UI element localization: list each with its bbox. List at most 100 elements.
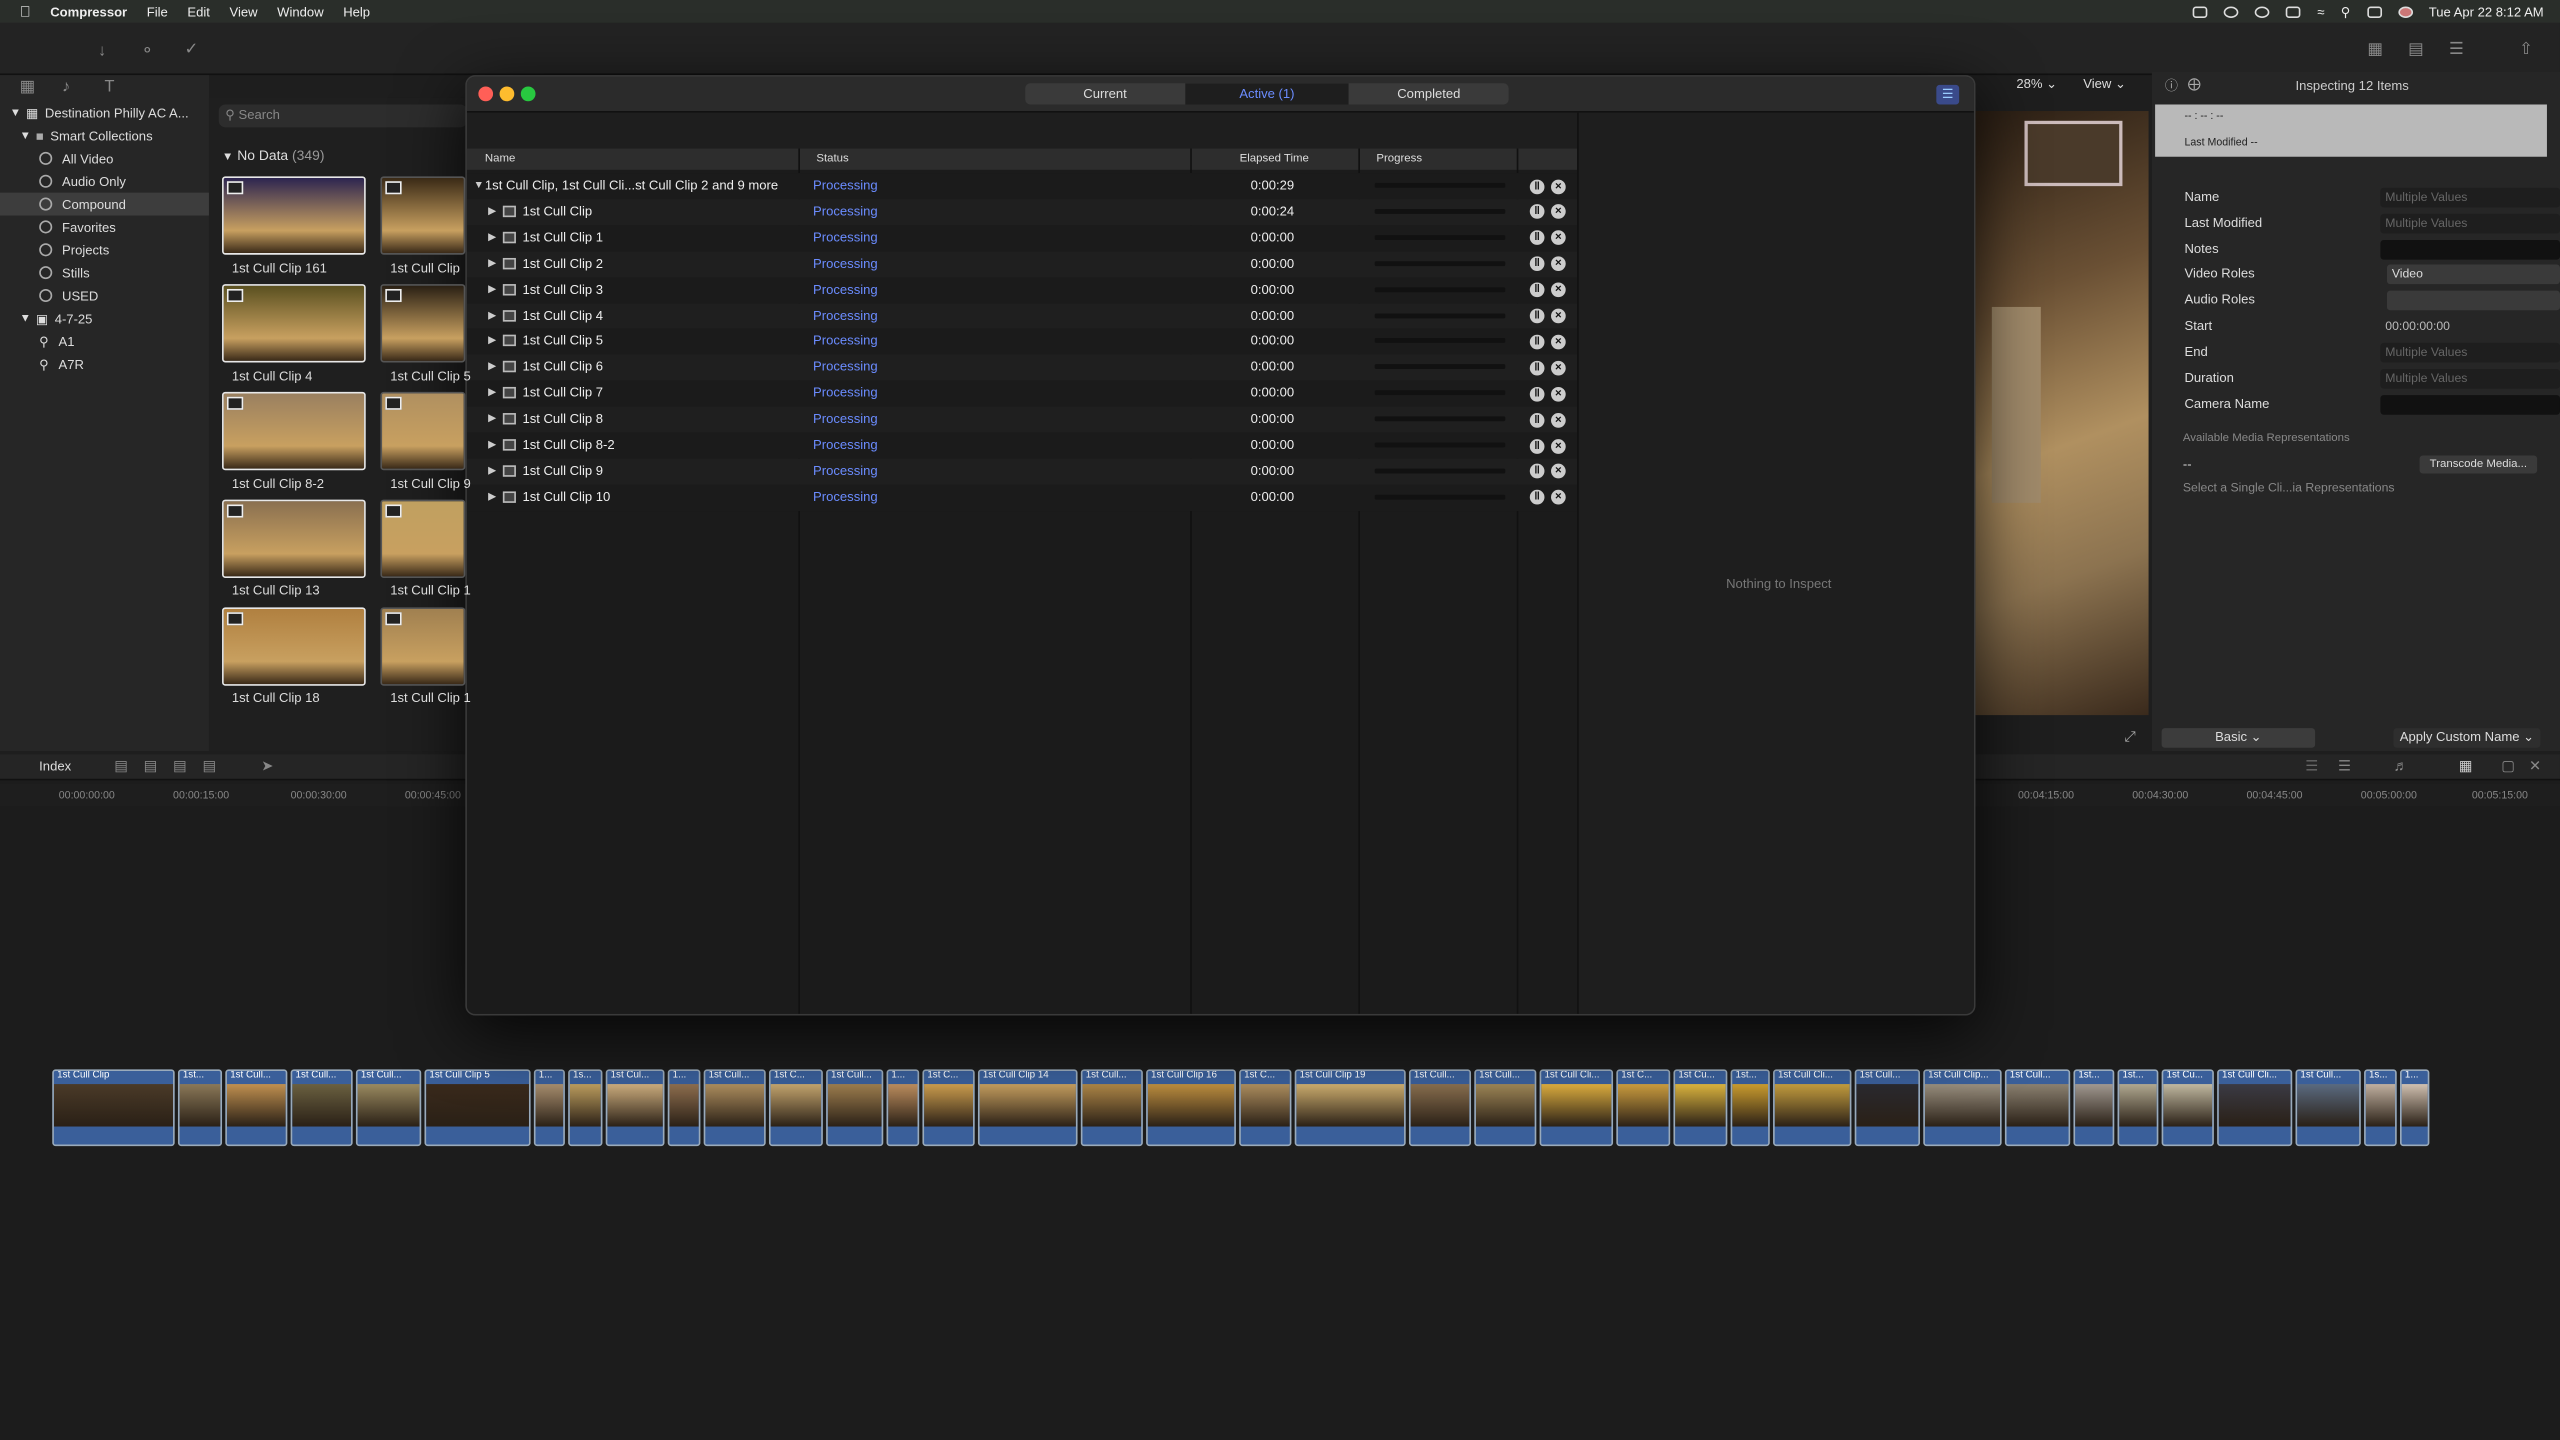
timeline-clip[interactable]: 1st Cull... bbox=[1408, 1069, 1472, 1147]
timeline-clip[interactable]: 1st Cull... bbox=[1474, 1069, 1537, 1147]
timeline-clip[interactable]: 1st Cull Clip... bbox=[1923, 1069, 2002, 1147]
timeline-clip[interactable]: 1st Cull Cli... bbox=[1773, 1069, 1852, 1147]
cancel-icon[interactable]: × bbox=[1551, 490, 1566, 505]
status-item-icon[interactable] bbox=[2224, 5, 2239, 18]
browser-layout-icon[interactable]: ▦ bbox=[2367, 41, 2382, 59]
inspector-field-value[interactable] bbox=[2380, 239, 2560, 260]
skimming-icon[interactable]: ☰ bbox=[2305, 758, 2318, 776]
browser-clip-thumbnail[interactable] bbox=[380, 176, 466, 255]
menu-edit[interactable]: Edit bbox=[187, 4, 210, 19]
zoom-window-button[interactable] bbox=[520, 86, 536, 102]
timeline-clip[interactable]: 1st C... bbox=[768, 1069, 823, 1147]
browser-clip-thumbnail[interactable] bbox=[222, 284, 366, 363]
timeline-clip[interactable]: 1st Cull Clip 5 bbox=[424, 1069, 531, 1147]
disclosure-triangle-icon[interactable]: ▶ bbox=[488, 485, 496, 511]
disclosure-triangle-icon[interactable]: ▶ bbox=[488, 251, 496, 277]
sidebar-item-used[interactable]: USED bbox=[39, 284, 98, 307]
timeline-clip[interactable]: 1st... bbox=[2073, 1069, 2115, 1147]
timeline-clip[interactable]: 1st Cull... bbox=[2295, 1069, 2361, 1147]
audio-skimming-icon[interactable]: ♬ bbox=[2393, 758, 2408, 774]
cancel-icon[interactable]: × bbox=[1551, 282, 1566, 298]
smart-collections-row[interactable]: ▼ ■ Smart Collections bbox=[20, 124, 153, 147]
fullscreen-icon[interactable]: ⤢ bbox=[2124, 728, 2136, 746]
sidebar-item-projects[interactable]: Projects bbox=[39, 238, 109, 261]
share-inspector-icon[interactable]: ⨁ bbox=[2188, 77, 2201, 92]
keyword-collection-a7r[interactable]: ⚲ A7R bbox=[39, 353, 84, 376]
menu-app-name[interactable]: Compressor bbox=[50, 4, 127, 19]
pause-icon[interactable]: ‖ bbox=[1529, 360, 1545, 376]
timeline-clip[interactable]: 1st Cull... bbox=[355, 1069, 422, 1147]
job-row[interactable]: ▶ 1st Cull Clip 2 Processing 0:00:00 ‖ × bbox=[466, 250, 1578, 278]
timeline-collapse-icon[interactable]: ✕ bbox=[2529, 758, 2541, 776]
cancel-icon[interactable]: × bbox=[1551, 412, 1566, 428]
sidebar-item-stills[interactable]: Stills bbox=[39, 261, 90, 284]
disclosure-triangle-icon[interactable]: ▶ bbox=[488, 355, 496, 381]
siri-icon[interactable] bbox=[2397, 5, 2413, 18]
timeline-clip[interactable]: 1st Cu... bbox=[2161, 1069, 2214, 1147]
cancel-icon[interactable]: × bbox=[1551, 256, 1566, 272]
timeline-clip[interactable]: 1... bbox=[886, 1069, 920, 1147]
pause-icon[interactable]: ‖ bbox=[1529, 282, 1545, 298]
timeline-clip[interactable]: 1st Cull Clip 16 bbox=[1146, 1069, 1236, 1147]
timeline-clip[interactable]: 1st Cull Cli... bbox=[2217, 1069, 2293, 1147]
job-row[interactable]: ▶ 1st Cull Clip 7 Processing 0:00:00 ‖ × bbox=[466, 380, 1578, 407]
timeline-clip[interactable]: 1s... bbox=[568, 1069, 603, 1147]
menu-file[interactable]: File bbox=[147, 4, 168, 19]
timeline-clip[interactable]: 1st Cull Clip 19 bbox=[1294, 1069, 1406, 1147]
timeline-layout-icon[interactable]: ▤ bbox=[2408, 41, 2423, 59]
timeline-clip[interactable]: 1st C... bbox=[1616, 1069, 1671, 1147]
timeline-clip[interactable]: 1... bbox=[2399, 1069, 2430, 1147]
sidebar-item-favorites[interactable]: Favorites bbox=[39, 216, 116, 239]
timeline-clip[interactable]: 1st Cu... bbox=[1673, 1069, 1728, 1147]
timeline-clip[interactable]: 1st Cull Clip bbox=[52, 1069, 175, 1147]
info-icon[interactable]: ⓘ bbox=[2165, 77, 2178, 95]
library-row[interactable]: ▼ ▦ Destination Philly AC A... bbox=[10, 101, 189, 124]
status-item-icon[interactable] bbox=[2255, 5, 2270, 18]
job-row[interactable]: ▶ 1st Cull Clip Processing 0:00:24 ‖ × bbox=[466, 199, 1578, 226]
pause-icon[interactable]: ‖ bbox=[1529, 386, 1545, 402]
viewer-view-menu[interactable]: View ⌄ bbox=[2083, 77, 2126, 92]
job-row[interactable]: ▶ 1st Cull Clip 1 Processing 0:00:00 ‖ × bbox=[466, 224, 1578, 252]
timeline-clip[interactable]: 1st C... bbox=[922, 1069, 975, 1147]
job-row[interactable]: ▶ 1st Cull Clip 4 Processing 0:00:00 ‖ × bbox=[466, 302, 1578, 329]
job-row[interactable]: ▶ 1st Cull Clip 3 Processing 0:00:00 ‖ × bbox=[466, 276, 1578, 304]
job-row[interactable]: ▶ 1st Cull Clip 6 Processing 0:00:00 ‖ × bbox=[466, 354, 1578, 381]
transcode-media-button[interactable]: Transcode Media... bbox=[2419, 455, 2538, 474]
timeline-clip[interactable]: 1s... bbox=[2364, 1069, 2397, 1147]
timeline-clip[interactable]: 1st Cull... bbox=[2004, 1069, 2071, 1147]
inspector-field-value[interactable] bbox=[2380, 395, 2560, 415]
timeline-clip[interactable]: 1st Cull... bbox=[290, 1069, 353, 1147]
column-header-progress[interactable]: Progress bbox=[1358, 148, 1517, 170]
wifi-icon[interactable]: ≈ bbox=[2317, 4, 2324, 19]
inspector-field-value[interactable]: Multiple Values bbox=[2380, 342, 2560, 363]
inspector-field-value[interactable]: Video bbox=[2386, 264, 2560, 285]
cancel-icon[interactable]: × bbox=[1551, 308, 1566, 324]
timeline-clip[interactable]: 1... bbox=[667, 1069, 701, 1147]
pause-icon[interactable]: ‖ bbox=[1529, 230, 1545, 246]
timeline-clip[interactable]: 1st Cull... bbox=[826, 1069, 884, 1147]
viewer-image[interactable] bbox=[1975, 111, 2149, 716]
pause-icon[interactable]: ‖ bbox=[1529, 438, 1545, 454]
background-tasks-icon[interactable]: ✓ bbox=[184, 41, 198, 59]
disclosure-triangle-icon[interactable]: ▶ bbox=[488, 277, 496, 303]
close-window-button[interactable] bbox=[478, 86, 494, 102]
browser-clip-thumbnail[interactable] bbox=[380, 499, 466, 578]
timeline-clip[interactable]: 1st Cull Cli... bbox=[1539, 1069, 1614, 1147]
titles-generators-icon[interactable]: T bbox=[104, 78, 114, 96]
menubar-clock[interactable]: Tue Apr 22 8:12 AM bbox=[2429, 4, 2544, 19]
column-header-status[interactable]: Status bbox=[798, 148, 1191, 170]
disclosure-triangle-icon[interactable]: ▼ bbox=[473, 173, 484, 199]
tab-completed[interactable]: Completed bbox=[1349, 83, 1508, 104]
inspector-field-value[interactable]: Multiple Values bbox=[2380, 368, 2560, 389]
menu-window[interactable]: Window bbox=[277, 4, 323, 19]
browser-group-header[interactable]: ▼ No Data (349) bbox=[222, 147, 324, 163]
inspector-layout-icon[interactable]: ☰ bbox=[2449, 41, 2464, 59]
search-input[interactable]: ⚲ Search bbox=[218, 104, 467, 128]
column-header-elapsed[interactable]: Elapsed Time bbox=[1190, 148, 1359, 170]
select-tool-icon[interactable]: ➤ bbox=[261, 758, 273, 776]
job-row[interactable]: ▶ 1st Cull Clip 9 Processing 0:00:00 ‖ × bbox=[466, 458, 1578, 485]
inspector-field-value[interactable]: 00:00:00:00 bbox=[2380, 317, 2560, 337]
disclosure-triangle-icon[interactable]: ▶ bbox=[488, 459, 496, 485]
tab-current[interactable]: Current bbox=[1025, 83, 1184, 104]
job-row[interactable]: ▶ 1st Cull Clip 8 Processing 0:00:00 ‖ × bbox=[466, 406, 1578, 433]
